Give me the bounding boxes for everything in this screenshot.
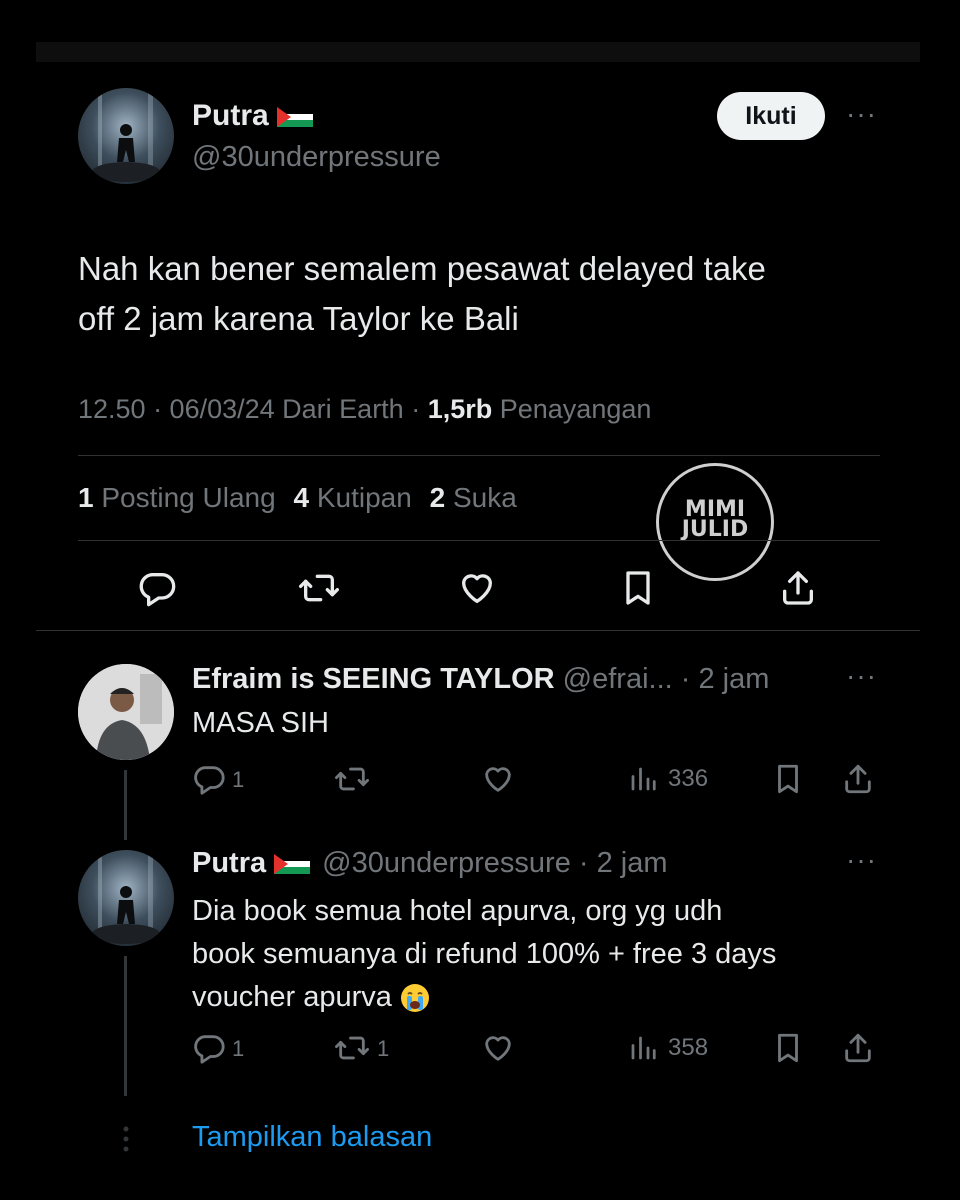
- reply-text-line: book semuanya di refund 100% + free 3 da…: [192, 938, 777, 970]
- crying-face-emoji-icon: [400, 984, 429, 1013]
- repost-icon[interactable]: [334, 1031, 370, 1065]
- follow-button[interactable]: Ikuti: [717, 92, 825, 140]
- bookmark-icon[interactable]: [771, 1031, 805, 1065]
- avatar-figure-image: [92, 88, 160, 184]
- tweet-text-line: off 2 jam karena Taylor ke Bali: [78, 300, 519, 337]
- reply-handle-time[interactable]: @efrai... · 2 jam: [563, 663, 770, 695]
- like-icon[interactable]: [481, 762, 515, 796]
- reply-more-options-icon[interactable]: ···: [846, 846, 877, 874]
- avatar-person-image: [78, 664, 174, 760]
- thread-line: [124, 956, 127, 1096]
- like-stat-label: Suka: [452, 482, 517, 513]
- views-count: 336: [668, 765, 709, 792]
- divider: [78, 455, 880, 456]
- reply-avatar[interactable]: [78, 664, 174, 760]
- repost-stat-count: 1: [78, 482, 94, 513]
- views-icon[interactable]: [628, 1033, 658, 1063]
- reply-text-line: voucher apurva: [192, 976, 776, 1019]
- reply-count: 1: [232, 1036, 245, 1061]
- quote-stat[interactable]: 4 Kutipan: [293, 482, 411, 513]
- like-stat[interactable]: 2 Suka: [430, 482, 517, 513]
- reply-handle-time[interactable]: @30underpressure · 2 jam: [322, 847, 667, 879]
- author-handle[interactable]: @30underpressure: [192, 141, 441, 174]
- views-count: 358: [668, 1034, 709, 1061]
- thread-line: [124, 770, 127, 840]
- share-icon[interactable]: [841, 1031, 875, 1065]
- reply-header: Efraim is SEEING TAYLOR @efrai... · 2 ja…: [192, 663, 769, 696]
- more-options-icon[interactable]: ···: [846, 100, 877, 128]
- avatar[interactable]: [78, 88, 174, 184]
- reply-text-line: Dia book semua hotel apurva, org yg udh: [192, 895, 723, 927]
- palestine-flag-icon: [276, 107, 313, 128]
- tweet-stats: 1 Posting Ulang 4 Kutipan 2 Suka: [78, 482, 517, 514]
- watermark-text: MIMI JULID: [659, 499, 771, 542]
- repost-icon[interactable]: [334, 762, 370, 796]
- repost-count: 1: [377, 1036, 390, 1061]
- reply-text-line-content: voucher apurva: [192, 981, 392, 1013]
- repost-stat-label: Posting Ulang: [101, 482, 276, 513]
- reply-text: MASA SIH: [192, 707, 329, 739]
- reply-header: Putra @30underpressure · 2 jam: [192, 847, 668, 880]
- reply-text: Dia book semua hotel apurva, org yg udh …: [192, 890, 776, 1019]
- author-name[interactable]: Putra: [192, 99, 313, 133]
- reply-icon[interactable]: [192, 762, 226, 796]
- bookmark-icon[interactable]: [771, 762, 805, 796]
- repost-stat[interactable]: 1 Posting Ulang: [78, 482, 276, 513]
- tweet-meta: 12.50 · 06/03/24 Dari Earth · 1,5rb Pena…: [78, 394, 651, 425]
- reply-icon[interactable]: [137, 568, 177, 608]
- share-icon[interactable]: [841, 762, 875, 796]
- like-icon[interactable]: [457, 568, 497, 608]
- reply-author-name[interactable]: Putra: [192, 847, 266, 879]
- avatar-figure-image: [92, 850, 160, 946]
- thread-dots-icon: [122, 1126, 130, 1152]
- reply-more-options-icon[interactable]: ···: [846, 662, 877, 690]
- views-label: Penayangan: [492, 394, 652, 424]
- views-count: 1,5rb: [427, 394, 493, 424]
- tweet-timestamp[interactable]: 12.50 · 06/03/24 Dari Earth ·: [78, 394, 428, 424]
- tweet-text-line: Nah kan bener semalem pesawat delayed ta…: [78, 250, 766, 287]
- quote-stat-count: 4: [293, 482, 310, 513]
- author-display-name[interactable]: Putra: [192, 99, 269, 132]
- share-icon[interactable]: [778, 568, 818, 608]
- divider: [36, 630, 920, 631]
- reply-icon[interactable]: [192, 1031, 226, 1065]
- watermark-logo: MIMI JULID: [656, 463, 774, 581]
- reply-count: 1: [232, 767, 245, 792]
- like-icon[interactable]: [481, 1031, 515, 1065]
- divider: [78, 540, 880, 541]
- bookmark-icon[interactable]: [618, 568, 658, 608]
- show-replies-link[interactable]: Tampilkan balasan: [192, 1121, 432, 1154]
- views-icon[interactable]: [628, 764, 658, 794]
- quote-stat-label: Kutipan: [316, 482, 412, 513]
- watermark-line: JULID: [681, 517, 749, 542]
- tweet-text: Nah kan bener semalem pesawat delayed ta…: [78, 244, 766, 344]
- palestine-flag-icon: [274, 854, 311, 875]
- top-bar: [36, 42, 920, 62]
- repost-icon[interactable]: [298, 568, 340, 608]
- reply-avatar[interactable]: [78, 850, 174, 946]
- like-stat-count: 2: [429, 482, 446, 513]
- reply-author-name[interactable]: Efraim is SEEING TAYLOR: [192, 663, 555, 695]
